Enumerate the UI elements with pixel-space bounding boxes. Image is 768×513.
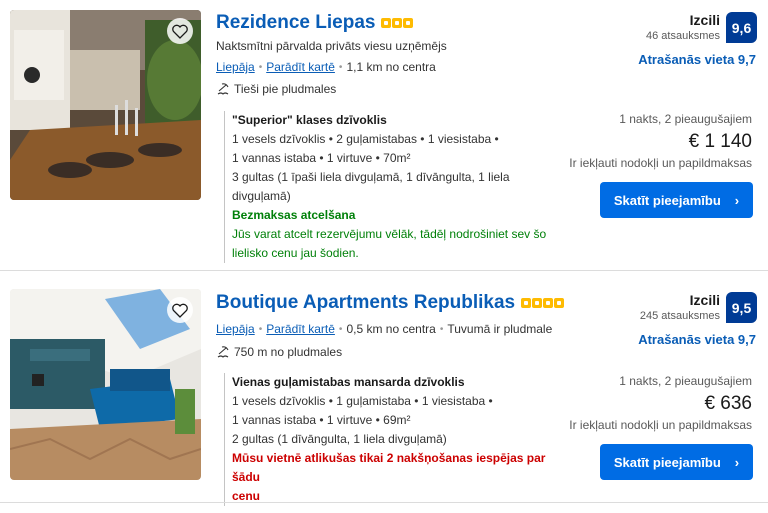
- location-score: Atrašanās vieta 9,7: [638, 52, 756, 67]
- property-name[interactable]: Rezidence Liepas: [216, 12, 375, 34]
- beach-info: 750 m no pludmales: [216, 345, 342, 359]
- cancellation-text-line2: lielisko cenu jau šodien.: [232, 246, 359, 260]
- room-type: "Superior" klases dzīvoklis: [232, 113, 387, 127]
- room-details-line2: 1 vannas istaba • 1 virtuve • 70m²: [232, 151, 411, 165]
- room-details-line1: 1 vesels dzīvoklis • 2 guļamistabas • 1 …: [232, 132, 499, 146]
- beach-icon: [217, 83, 229, 95]
- separator-dot: •: [258, 323, 263, 335]
- city-link[interactable]: Liepāja: [216, 60, 255, 74]
- room-type: Vienas guļamistabas mansarda dzīvoklis: [232, 375, 465, 389]
- nearby-beach-text: Tuvumā ir pludmale: [447, 322, 553, 336]
- property-title[interactable]: Boutique Apartments Republikas: [216, 292, 565, 314]
- property-card: Boutique Apartments Republikas Liepāja •…: [0, 280, 768, 513]
- divider: [0, 502, 768, 503]
- property-photo[interactable]: [10, 289, 201, 480]
- chevron-right-icon: ›: [734, 192, 740, 208]
- distance-text: 0,5 km no centra: [346, 322, 436, 336]
- review-score-badge[interactable]: 9,6: [726, 12, 757, 43]
- star-icon: [392, 18, 403, 28]
- star-icon: [554, 298, 565, 308]
- favorite-heart-icon[interactable]: [167, 297, 193, 323]
- review-count[interactable]: 46 atsauksmes: [646, 30, 720, 42]
- separator-dot: •: [439, 323, 444, 335]
- star-icon: [381, 18, 392, 28]
- city-link[interactable]: Liepāja: [216, 322, 255, 336]
- beach-info: Tieši pie pludmales: [216, 82, 336, 96]
- price: € 636: [704, 393, 752, 414]
- free-cancellation-title: Bezmaksas atcelšana: [232, 208, 356, 222]
- star-icon: [532, 298, 543, 308]
- property-title[interactable]: Rezidence Liepas: [216, 12, 414, 34]
- beach-icon: [217, 346, 229, 358]
- star-icon: [543, 298, 554, 308]
- room-info: "Superior" klases dzīvoklis 1 vesels dzī…: [224, 111, 564, 263]
- star-rating: [521, 298, 565, 308]
- taxes-note: Ir iekļauti nodokļi un papildmaksas: [569, 156, 752, 170]
- rating-word: Izcili: [689, 12, 720, 28]
- cancellation-text-line1: Jūs varat atcelt rezervējumu vēlāk, tādē…: [232, 227, 547, 241]
- property-photo[interactable]: [10, 10, 201, 200]
- show-map-link[interactable]: Parādīt kartē: [266, 322, 335, 336]
- rating-word: Izcili: [689, 292, 720, 308]
- room-info: Vienas guļamistabas mansarda dzīvoklis 1…: [224, 373, 564, 506]
- stay-duration: 1 nakts, 2 pieaugušajiem: [619, 112, 752, 126]
- favorite-heart-icon[interactable]: [167, 18, 193, 44]
- urgency-message-line1: Mūsu vietnē atlikušas tikai 2 nakšņošana…: [232, 451, 546, 484]
- see-availability-button[interactable]: Skatīt pieejamību ›: [600, 444, 753, 480]
- button-label: Skatīt pieejamību: [613, 192, 721, 208]
- stay-duration: 1 nakts, 2 pieaugušajiem: [619, 374, 752, 388]
- divider: [0, 270, 768, 271]
- urgency-message-line2: cenu: [232, 489, 261, 503]
- property-card: Rezidence Liepas Naktsmītni pārvalda pri…: [0, 0, 768, 263]
- star-icon: [403, 18, 414, 28]
- location-row: Liepāja • Parādīt kartē • 1,1 km no cent…: [216, 60, 436, 74]
- price: € 1 140: [688, 131, 752, 152]
- review-score-badge[interactable]: 9,5: [726, 292, 757, 323]
- chevron-right-icon: ›: [734, 454, 740, 470]
- room-details-line2: 1 vannas istaba • 1 virtuve • 69m²: [232, 413, 411, 427]
- button-label: Skatīt pieejamību: [613, 454, 721, 470]
- show-map-link[interactable]: Parādīt kartē: [266, 60, 335, 74]
- separator-dot: •: [338, 323, 343, 335]
- separator-dot: •: [258, 61, 263, 73]
- see-availability-button[interactable]: Skatīt pieejamību ›: [600, 182, 753, 218]
- bed-info: 3 gultas (1 īpaši liela divguļamā, 1 dīv…: [232, 170, 510, 203]
- property-name[interactable]: Boutique Apartments Republikas: [216, 292, 515, 314]
- location-score: Atrašanās vieta 9,7: [638, 332, 756, 347]
- distance-text: 1,1 km no centra: [346, 60, 436, 74]
- star-rating: [381, 18, 414, 28]
- beach-text: 750 m no pludmales: [234, 345, 343, 359]
- room-details-line1: 1 vesels dzīvoklis • 1 guļamistaba • 1 v…: [232, 394, 493, 408]
- review-count[interactable]: 245 atsauksmes: [640, 310, 720, 322]
- separator-dot: •: [338, 61, 343, 73]
- taxes-note: Ir iekļauti nodokļi un papildmaksas: [569, 418, 752, 432]
- beach-text: Tieši pie pludmales: [234, 82, 337, 96]
- location-row: Liepāja • Parādīt kartē • 0,5 km no cent…: [216, 322, 552, 336]
- host-info: Naktsmītni pārvalda privāts viesu uzņēmē…: [216, 39, 447, 53]
- star-icon: [521, 298, 532, 308]
- bed-info: 2 gultas (1 dīvāngulta, 1 liela divguļam…: [232, 432, 447, 446]
